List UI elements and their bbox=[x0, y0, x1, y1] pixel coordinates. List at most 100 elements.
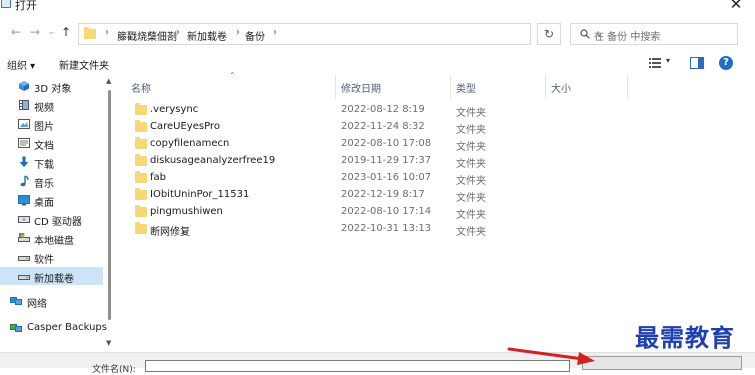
file-row[interactable]: IObitUninPor_11531 2022-12-19 8:17 文件夹 bbox=[131, 187, 586, 204]
search-box[interactable]: 在 备份 中搜索 bbox=[570, 23, 738, 45]
column-header-name[interactable]: 名称 bbox=[131, 80, 151, 95]
sidebar-item-casper-backups[interactable]: Casper Backups bbox=[0, 319, 107, 337]
sidebar-item-music[interactable]: 音乐 bbox=[0, 172, 103, 190]
sidebar-item-label: 文档 bbox=[34, 141, 54, 152]
sidebar-item-software[interactable]: 软件 bbox=[0, 248, 103, 266]
file-row[interactable]: 断网修复 2022-10-31 13:13 文件夹 bbox=[131, 221, 586, 238]
sidebar-item-desktop[interactable]: 桌面 bbox=[0, 191, 103, 209]
cube-icon bbox=[19, 81, 29, 91]
window-title: 打开 bbox=[15, 0, 37, 12]
file-type: 文件夹 bbox=[456, 210, 486, 221]
sidebar-item-3d-objects[interactable]: 3D 对象 bbox=[0, 77, 103, 95]
file-name: .verysync bbox=[150, 104, 199, 115]
file-row[interactable]: diskusageanalyzerfree19 2019-11-29 17:37… bbox=[131, 153, 586, 170]
title-bar: 打开 ✕ bbox=[0, 0, 755, 12]
chevron-right-icon: › bbox=[176, 27, 180, 38]
sidebar-item-pictures[interactable]: 图片 bbox=[0, 115, 103, 133]
file-name: copyfilenamecn bbox=[150, 138, 230, 149]
file-row[interactable]: pingmushiwen 2022-08-10 17:14 文件夹 bbox=[131, 204, 586, 221]
file-list: ⌃ 名称 修改日期 类型 大小 .verysync 2022-08-12 8:1… bbox=[117, 71, 742, 350]
new-folder-button[interactable]: 新建文件夹 bbox=[59, 57, 109, 72]
scroll-up-arrow-icon[interactable]: ▲ bbox=[106, 77, 111, 85]
file-type: 文件夹 bbox=[456, 159, 486, 170]
column-header-type[interactable]: 类型 bbox=[456, 80, 476, 95]
sidebar-item-label: 网络 bbox=[27, 299, 47, 310]
column-divider[interactable] bbox=[450, 75, 451, 99]
folder-icon bbox=[135, 222, 147, 234]
help-icon[interactable]: ? bbox=[719, 56, 733, 70]
breadcrumb-volume[interactable]: 新加载卷 bbox=[187, 28, 227, 43]
folder-icon bbox=[135, 120, 147, 132]
local-disk-icon bbox=[18, 233, 30, 242]
organize-button[interactable]: 组织 ▾ bbox=[7, 57, 35, 72]
backup-icon bbox=[10, 324, 22, 332]
preview-pane-icon[interactable] bbox=[690, 57, 704, 69]
up-button[interactable]: ↑ bbox=[59, 25, 73, 39]
file-type: 文件夹 bbox=[456, 142, 486, 153]
file-row[interactable]: copyfilenamecn 2022-08-10 17:08 文件夹 bbox=[131, 136, 586, 153]
document-icon bbox=[18, 138, 30, 148]
file-row[interactable]: fab 2023-01-16 10:07 文件夹 bbox=[131, 170, 586, 187]
file-date: 2022-12-19 8:17 bbox=[341, 189, 425, 200]
column-header-size[interactable]: 大小 bbox=[551, 80, 571, 95]
recent-locations-button[interactable]: ⌄ bbox=[44, 25, 58, 39]
search-input[interactable]: 在 备份 中搜索 bbox=[594, 28, 660, 43]
chevron-right-icon: › bbox=[273, 27, 277, 38]
download-icon bbox=[19, 156, 29, 167]
navigation-bar: ← → ⌄ ↑ › 籐戳烧蘖佃剳 › 新加载卷 › 备份 › ⌄ ↻ 在 备份 … bbox=[0, 18, 755, 48]
sidebar-item-videos[interactable]: 视频 bbox=[0, 96, 103, 114]
scrollbar-thumb[interactable] bbox=[108, 90, 111, 320]
sort-ascending-icon: ⌃ bbox=[229, 71, 236, 80]
scroll-down-arrow-icon[interactable]: ▼ bbox=[106, 339, 111, 347]
navigation-pane: 3D 对象 视频 图片 文档 下载 音乐 桌面 CD 驱动器 本地磁盘 软件 新… bbox=[0, 75, 107, 355]
watermark-logo: 最需教育 bbox=[635, 323, 735, 352]
file-row[interactable]: CareUEyesPro 2022-11-24 8:32 文件夹 bbox=[131, 119, 586, 136]
file-date: 2023-01-16 10:07 bbox=[341, 172, 432, 183]
file-type: 文件夹 bbox=[456, 108, 486, 119]
file-name: CareUEyesPro bbox=[150, 121, 220, 132]
file-name: pingmushiwen bbox=[150, 206, 223, 217]
folder-icon bbox=[135, 171, 147, 183]
sidebar-item-local-disk[interactable]: 本地磁盘 bbox=[0, 229, 103, 247]
file-name: 断网修复 bbox=[150, 227, 190, 238]
chevron-right-icon: › bbox=[236, 27, 240, 38]
column-divider[interactable] bbox=[335, 75, 336, 99]
command-toolbar: 组织 ▾ 新建文件夹 ▾ ? bbox=[0, 52, 755, 74]
file-date: 2019-11-29 17:37 bbox=[341, 155, 432, 166]
network-icon bbox=[10, 297, 22, 305]
sidebar-item-label: 3D 对象 bbox=[34, 84, 72, 95]
file-row[interactable]: .verysync 2022-08-12 8:19 文件夹 bbox=[131, 102, 586, 119]
sidebar-item-new-volume[interactable]: 新加载卷 bbox=[0, 267, 103, 285]
sidebar-item-label: 下载 bbox=[34, 160, 54, 171]
address-bar[interactable]: › 籐戳烧蘖佃剳 › 新加载卷 › 备份 › ⌄ bbox=[78, 23, 603, 45]
view-options-icon[interactable] bbox=[649, 58, 663, 68]
sidebar-item-downloads[interactable]: 下载 bbox=[0, 153, 103, 171]
folder-icon bbox=[135, 137, 147, 149]
view-dropdown-button[interactable]: ▾ bbox=[666, 56, 670, 65]
column-divider[interactable] bbox=[545, 75, 546, 99]
sidebar-scrollbar[interactable]: ▲ ▼ bbox=[103, 75, 117, 355]
file-name: diskusageanalyzerfree19 bbox=[150, 155, 276, 166]
sidebar-item-label: Casper Backups bbox=[27, 322, 107, 333]
back-button[interactable]: ← bbox=[9, 25, 23, 39]
file-name: fab bbox=[150, 172, 166, 183]
sidebar-item-label: 软件 bbox=[34, 255, 54, 266]
column-divider[interactable] bbox=[627, 75, 628, 99]
sidebar-item-network[interactable]: 网络 bbox=[0, 292, 103, 310]
picture-icon bbox=[18, 119, 30, 129]
sidebar-item-label: 本地磁盘 bbox=[34, 236, 74, 247]
file-date: 2022-11-24 8:32 bbox=[341, 121, 425, 132]
column-header-date[interactable]: 修改日期 bbox=[341, 80, 381, 95]
refresh-button[interactable]: ↻ bbox=[537, 23, 561, 45]
close-button[interactable]: ✕ bbox=[727, 0, 745, 12]
drive-icon bbox=[18, 256, 30, 261]
sidebar-item-documents[interactable]: 文档 bbox=[0, 134, 103, 152]
sidebar-item-cd-drive[interactable]: CD 驱动器 bbox=[0, 210, 103, 228]
folder-icon bbox=[135, 103, 147, 115]
breadcrumb-current[interactable]: 备份 bbox=[245, 28, 265, 43]
forward-button[interactable]: → bbox=[28, 25, 42, 39]
breadcrumb-drive[interactable]: 籐戳烧蘖佃剳 bbox=[117, 28, 177, 43]
file-type: 文件夹 bbox=[456, 125, 486, 136]
annotation-arrow-icon bbox=[507, 347, 595, 365]
file-date: 2022-08-10 17:14 bbox=[341, 206, 432, 217]
